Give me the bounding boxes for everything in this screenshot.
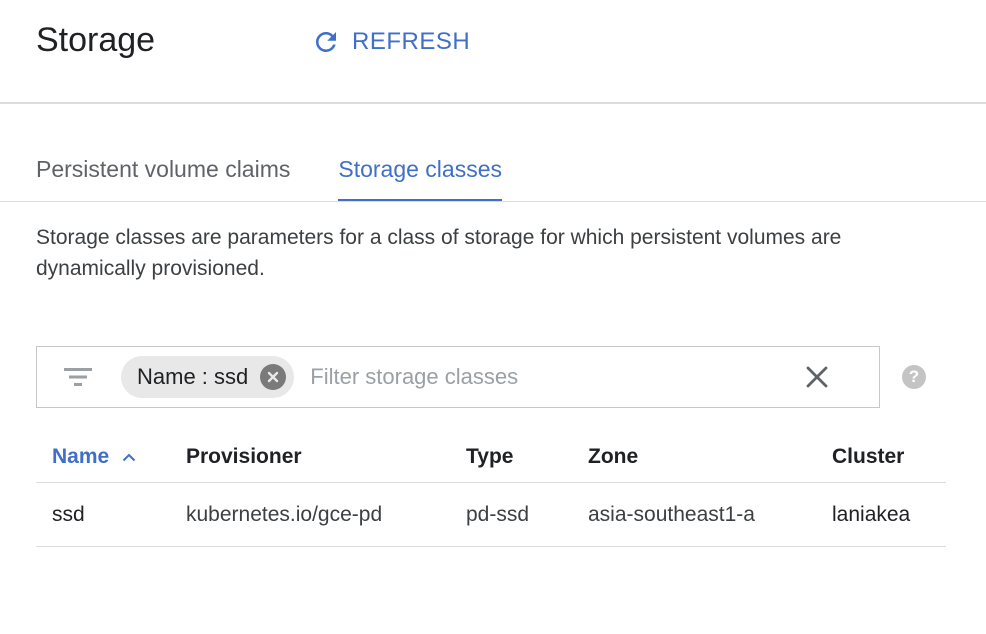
column-header-zone[interactable]: Zone bbox=[588, 432, 638, 482]
column-header-cluster[interactable]: Cluster bbox=[832, 432, 904, 482]
filter-chip[interactable]: Name : ssd bbox=[121, 356, 295, 398]
chip-remove-icon[interactable] bbox=[260, 364, 287, 390]
refresh-label: REFRESH bbox=[352, 28, 471, 55]
refresh-button[interactable]: REFRESH bbox=[310, 24, 470, 60]
cell-cluster: laniakea bbox=[832, 503, 911, 526]
column-header-name-label: Name bbox=[52, 445, 110, 468]
close-icon[interactable] bbox=[797, 357, 837, 397]
cell-name[interactable]: ssd bbox=[52, 483, 85, 546]
table-header-row: Name Provisioner Type Zone Cluster bbox=[36, 432, 946, 483]
filter-bar: Name : ssd bbox=[36, 346, 880, 408]
page-title: Storage bbox=[36, 21, 156, 59]
table-row[interactable]: ssd kubernetes.io/gce-pd pd-ssd asia-sou… bbox=[36, 483, 946, 547]
cell-provisioner: kubernetes.io/gce-pd bbox=[186, 503, 383, 526]
tab-persistent-volume-claims[interactable]: Persistent volume claims bbox=[36, 150, 290, 202]
sort-ascending-icon bbox=[121, 449, 137, 465]
column-header-type[interactable]: Type bbox=[466, 432, 513, 482]
tab-storage-classes[interactable]: Storage classes bbox=[338, 150, 502, 202]
filter-icon[interactable] bbox=[63, 365, 93, 389]
storage-classes-table: Name Provisioner Type Zone Cluster ssd k… bbox=[36, 432, 946, 547]
tab-bar: Persistent volume claims Storage classes bbox=[36, 150, 550, 202]
section-description: Storage classes are parameters for a cla… bbox=[36, 226, 842, 280]
tabs-divider bbox=[0, 201, 986, 202]
header-divider bbox=[0, 102, 986, 104]
cell-type: pd-ssd bbox=[466, 503, 530, 526]
column-header-name[interactable]: Name bbox=[52, 432, 137, 482]
help-icon[interactable]: ? bbox=[902, 365, 926, 389]
cell-zone: asia-southeast1-a bbox=[588, 503, 755, 526]
filter-chip-label: Name : ssd bbox=[137, 364, 249, 389]
filter-input[interactable] bbox=[310, 357, 797, 397]
refresh-icon bbox=[310, 26, 342, 58]
column-header-provisioner[interactable]: Provisioner bbox=[186, 432, 302, 482]
